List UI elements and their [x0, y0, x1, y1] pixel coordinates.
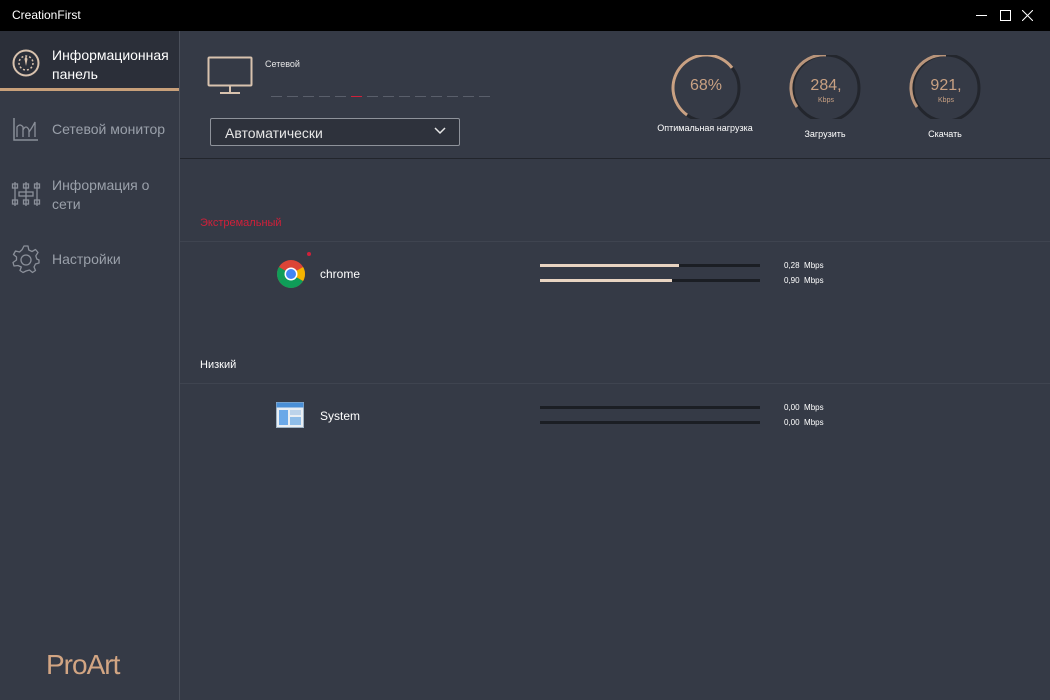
download-gauge-caption: Скачать [928, 129, 962, 139]
sidebar: Информационная панель Сетевой монитор Ин… [0, 31, 180, 700]
chevron-down-icon [434, 127, 446, 135]
network-monitor-icon [13, 118, 38, 141]
sidebar-item-settings[interactable]: Настройки [0, 241, 179, 277]
active-indicator [0, 88, 179, 91]
upload-bar-fill [540, 264, 679, 267]
section-divider [180, 241, 1050, 242]
load-gauge-value: 68% [689, 77, 723, 94]
download-rate-system: 0,00 Mbps [784, 418, 824, 427]
download-bar-fill [540, 279, 672, 282]
app-name-chrome: chrome [320, 267, 361, 281]
section-divider [180, 383, 1050, 384]
sidebar-item-label: Информация о сети [52, 177, 150, 212]
sidebar-item-network-info[interactable]: Информация о сети [0, 171, 179, 217]
proart-logo: ProArt [46, 649, 120, 680]
sidebar-item-network-monitor[interactable]: Сетевой монитор [0, 111, 179, 147]
header-panel: Сетевой Автоматически 68% Оптимальная на… [180, 31, 1050, 159]
section-title-extreme: Экстремальный [200, 217, 282, 229]
upload-gauge-unit: Kbps [818, 97, 834, 104]
connection-type-label: Сетевой [265, 59, 300, 69]
load-gauge: 68% [669, 53, 743, 123]
mode-dropdown-value: Автоматически [225, 125, 323, 141]
rate-unit: Mbps [804, 403, 824, 412]
sidebar-item-label: Информационная панель [52, 47, 169, 82]
upload-gauge: 284, Kbps [789, 53, 863, 123]
rate-value: 0,00 [784, 418, 800, 427]
download-rate-chrome: 0,90 Mbps [784, 276, 824, 285]
load-gauge-caption: Оптимальная нагрузка [657, 123, 753, 133]
download-bar-chrome [540, 279, 760, 282]
upload-gauge-value: 284, [810, 77, 842, 94]
upload-bar-system [540, 406, 760, 409]
sidebar-item-dashboard[interactable]: Информационная панель [0, 31, 179, 91]
section-title-low: Низкий [200, 359, 237, 371]
sidebar-item-label: Сетевой монитор [52, 121, 166, 137]
priority-dot [307, 252, 311, 256]
system-window-icon [276, 402, 304, 428]
sidebar-item-label: Настройки [52, 251, 121, 267]
close-button[interactable] [1004, 0, 1050, 31]
network-info-icon [11, 182, 41, 206]
upload-gauge-caption: Загрузить [804, 129, 846, 139]
signal-strength-indicator [271, 96, 501, 98]
title-bar: CreationFirst [0, 0, 1050, 31]
upload-rate-system: 0,00 Mbps [784, 403, 824, 412]
monitor-icon [207, 56, 253, 94]
download-bar-system [540, 421, 760, 424]
download-gauge-value: 921, [930, 77, 962, 94]
rate-unit: Mbps [804, 261, 824, 270]
gauge-icon [12, 49, 40, 77]
rate-unit: Mbps [804, 418, 824, 427]
app-name-system: System [320, 409, 361, 423]
mode-dropdown[interactable]: Автоматически [210, 118, 460, 146]
rate-unit: Mbps [804, 276, 824, 285]
rate-value: 0,90 [784, 276, 800, 285]
upload-rate-chrome: 0,28 Mbps [784, 261, 824, 270]
rate-value: 0,00 [784, 403, 800, 412]
download-gauge: 921, Kbps [909, 53, 983, 123]
app-title: CreationFirst [12, 8, 81, 22]
close-icon [1021, 10, 1033, 21]
upload-bar-chrome [540, 264, 760, 267]
chrome-icon [277, 260, 305, 288]
rate-value: 0,28 [784, 261, 800, 270]
download-gauge-unit: Kbps [938, 97, 954, 104]
gear-icon [12, 245, 40, 274]
